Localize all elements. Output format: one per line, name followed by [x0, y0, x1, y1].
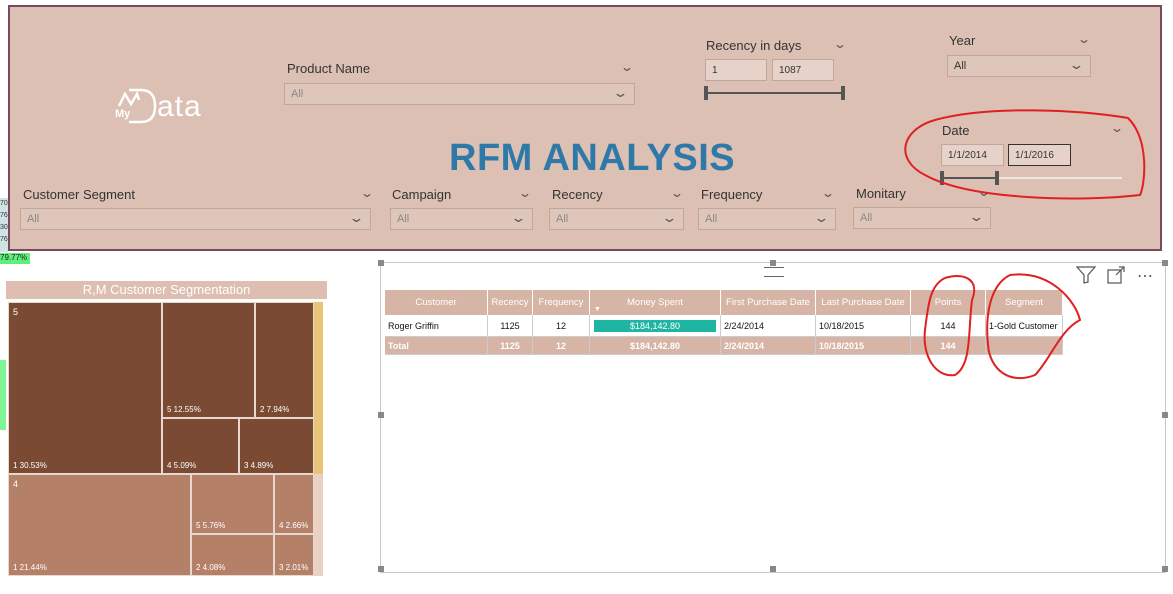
annotation-layer [904, 109, 1146, 380]
annotation-circle-date [904, 109, 1146, 200]
annotation-circle-segment [986, 273, 1082, 380]
annotation-circle-points [923, 275, 975, 377]
